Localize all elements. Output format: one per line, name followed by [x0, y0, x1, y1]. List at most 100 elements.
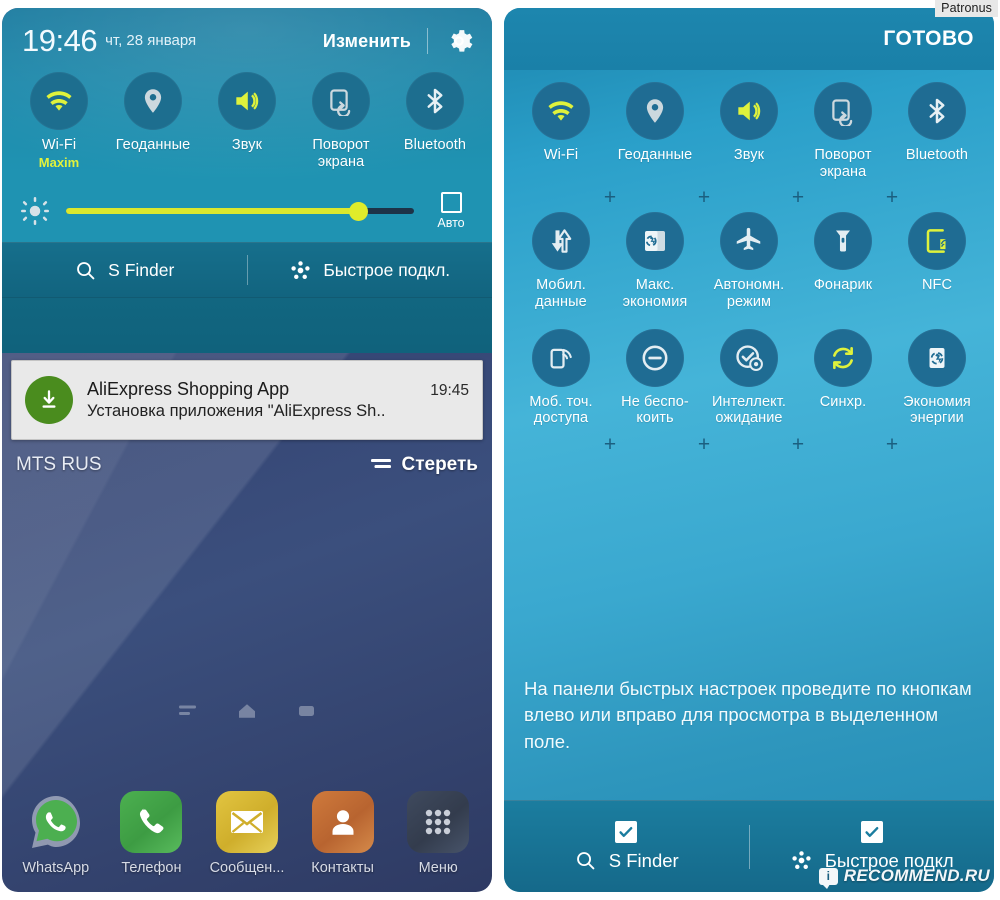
gear-icon[interactable] — [444, 26, 474, 56]
quick-connect-checkbox[interactable] — [860, 821, 883, 843]
toggle-label: Автономн. режим — [713, 277, 785, 311]
footer-s-finder[interactable]: S Finder — [504, 821, 749, 872]
insert-marker[interactable]: + — [514, 187, 616, 208]
airplane-icon — [736, 228, 761, 251]
clear-all-button[interactable]: Стереть — [369, 454, 478, 476]
toggle-label: Мобил. данные — [535, 277, 587, 311]
dock-app-messages[interactable]: Сообщен... — [199, 791, 295, 876]
edit-toggle-mobile-data[interactable]: Мобил. данные — [514, 212, 608, 310]
wifi-icon — [46, 91, 72, 111]
notification-title: AliExpress Shopping App — [87, 379, 290, 399]
edit-toggle-screen-rotation[interactable]: Поворот экрана — [796, 82, 890, 180]
dock-app-whatsapp[interactable]: WhatsApp — [8, 791, 104, 876]
toggle-circle — [626, 328, 684, 387]
left-phone-screen: 19:46 чт, 28 января Изменить Wi-Fi Maxim… — [2, 8, 492, 892]
dock-app-phone[interactable]: Телефон — [104, 791, 200, 876]
dock-app-contacts[interactable]: Контакты — [295, 791, 391, 876]
s-finder-checkbox[interactable] — [615, 821, 638, 843]
edit-button[interactable]: Изменить — [323, 31, 411, 52]
quick-toggle-sound[interactable]: Звук — [200, 72, 294, 170]
edit-toggle-flashlight[interactable]: Фонарик — [796, 212, 890, 310]
download-icon — [25, 376, 73, 424]
notification-subtitle: Установка приложения "AliExpress Sh.. — [87, 402, 386, 420]
check-icon — [865, 827, 879, 837]
edit-toggle-sync[interactable]: Синхр. — [796, 328, 890, 427]
ultra-power-saving-icon — [645, 231, 665, 252]
edit-toggle-airplane-mode[interactable]: Автономн. режим — [702, 212, 796, 310]
flashlight-icon — [836, 230, 850, 252]
done-button[interactable]: ГОТОВО — [883, 27, 974, 51]
apps-grid-icon — [407, 791, 470, 853]
edit-toggle-row-2: Мобил. данные Макс. экономия Автономн. р… — [504, 212, 994, 310]
toggle-label: Макс. экономия — [622, 277, 688, 311]
edit-toggle-ultra-power-saving[interactable]: Макс. экономия — [608, 212, 702, 310]
edit-toggle-sound[interactable]: Звук — [702, 82, 796, 180]
toggle-label: Bluetooth — [905, 147, 969, 163]
location-pin-icon — [144, 89, 162, 113]
toggle-label: Bluetooth — [403, 137, 467, 153]
quick-toggle-screen-rotation[interactable]: Поворот экрана — [294, 72, 388, 170]
edit-mode-hint: На панели быстрых настроек проведите по … — [524, 678, 972, 752]
toggle-circle — [312, 72, 370, 130]
toggle-circle — [720, 82, 778, 140]
notification-card[interactable]: AliExpress Shopping App 19:45 Установка … — [11, 360, 483, 440]
edit-mode-header: ГОТОВО — [504, 8, 994, 70]
toggle-circle — [720, 328, 778, 387]
toggle-label: Экономия энергии — [903, 393, 971, 427]
bluetooth-icon — [929, 98, 945, 124]
footer-quick-connect[interactable]: Быстрое подкл — [750, 821, 995, 872]
header-divider — [427, 28, 428, 54]
slider-knob[interactable] — [349, 201, 369, 221]
insert-marker[interactable]: + — [608, 434, 710, 455]
toggle-circle — [218, 72, 276, 130]
auto-brightness-toggle[interactable]: Авто — [428, 192, 474, 230]
toggle-circle — [626, 82, 684, 140]
toggle-label: Wi-Fi — [41, 137, 77, 153]
search-icon — [77, 261, 95, 280]
auto-checkbox[interactable] — [440, 192, 462, 214]
quick-toggle-wifi[interactable]: Wi-Fi Maxim — [12, 72, 106, 170]
insert-marker[interactable]: + — [796, 434, 898, 455]
quick-toggle-bluetooth[interactable]: Bluetooth — [388, 72, 482, 170]
toggle-circle — [814, 328, 872, 387]
status-date: чт, 28 января — [105, 31, 197, 49]
brightness-sun-icon — [20, 196, 50, 226]
shade-header: 19:46 чт, 28 января Изменить — [2, 8, 492, 64]
recents-icon[interactable] — [179, 704, 196, 718]
edit-toggle-bluetooth[interactable]: Bluetooth — [890, 82, 984, 180]
plus-icon: + — [697, 432, 711, 456]
edit-toggle-wifi[interactable]: Wi-Fi — [514, 82, 608, 180]
edit-toggle-smart-stay[interactable]: Интеллект. ожидание — [702, 328, 796, 427]
insert-marker[interactable]: + — [608, 187, 710, 208]
dock-app-menu[interactable]: Меню — [390, 791, 486, 876]
back-icon[interactable] — [298, 704, 315, 718]
android-navigation-bar — [2, 703, 492, 719]
dock-app-label: Меню — [418, 860, 458, 876]
edit-toggle-location[interactable]: Геоданные — [608, 82, 702, 180]
insert-marker[interactable]: + — [702, 434, 804, 455]
carrier-name: MTS RUS — [16, 454, 102, 475]
insert-marker[interactable]: + — [796, 187, 898, 208]
location-pin-icon — [646, 99, 664, 123]
edit-toggle-do-not-disturb[interactable]: Не беспо- коить — [608, 328, 702, 427]
quick-toggle-location[interactable]: Геоданные — [106, 72, 200, 170]
quick-connect-button[interactable]: Быстрое подкл. — [248, 259, 493, 282]
toggle-label: Wi-Fi — [543, 147, 579, 163]
insert-marker[interactable]: + — [514, 434, 616, 455]
s-finder-button[interactable]: S Finder — [2, 259, 247, 282]
do-not-disturb-icon — [642, 345, 668, 371]
whatsapp-icon — [25, 791, 87, 853]
edit-toggle-hotspot[interactable]: Моб. точ. доступа — [514, 328, 608, 427]
insert-marker[interactable]: + — [702, 187, 804, 208]
toggle-label: NFC — [921, 277, 953, 294]
home-icon[interactable] — [238, 703, 256, 719]
toggle-circle — [814, 82, 872, 140]
edit-toggle-power-saving[interactable]: Экономия энергии — [890, 328, 984, 427]
slider-fill — [66, 208, 359, 215]
contacts-person-icon — [311, 791, 374, 853]
brightness-slider[interactable] — [66, 196, 414, 226]
insert-markers-row-1: + + + + — [504, 184, 994, 210]
patronus-watermark: Patronus — [935, 0, 998, 17]
edit-toggle-nfc[interactable]: NFC — [890, 212, 984, 310]
toggle-label: Геоданные — [617, 147, 693, 163]
